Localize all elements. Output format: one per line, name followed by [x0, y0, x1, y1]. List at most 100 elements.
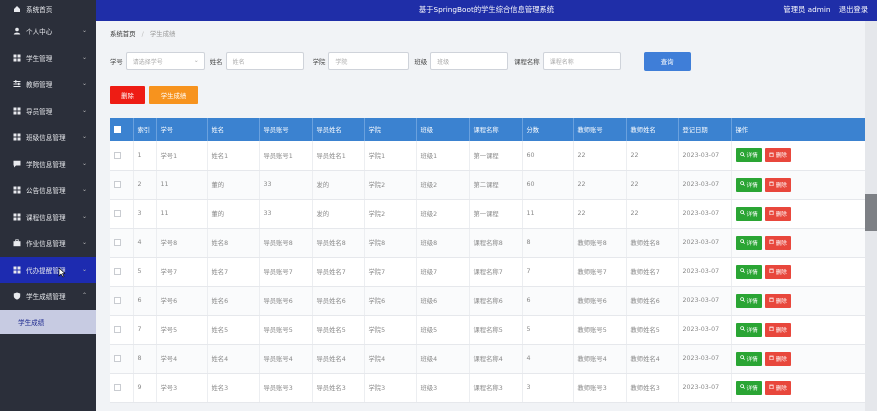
sidebar-item-10[interactable]: 代办提醒管理 ⌄: [0, 256, 96, 283]
row-checkbox-cell[interactable]: [110, 257, 134, 287]
row-checkbox-cell[interactable]: [110, 141, 134, 171]
table-cell: 11: [522, 199, 574, 229]
table-cell: 导员账号6: [259, 286, 313, 316]
table-cell: 班级2: [416, 170, 470, 200]
select-all-checkbox[interactable]: [114, 125, 121, 133]
student-id-select[interactable]: 请选择学号 ⌄: [125, 52, 205, 70]
scrollbar-thumb[interactable]: [865, 194, 877, 231]
chevron-down-icon: ⌄: [81, 106, 87, 114]
sidebar-item-4[interactable]: 导员管理 ⌄: [0, 98, 96, 125]
row-checkbox[interactable]: [114, 354, 121, 362]
row-checkbox[interactable]: [114, 383, 121, 391]
batch-delete-button[interactable]: 删除: [110, 86, 145, 104]
table-cell: 发的: [312, 199, 365, 229]
detail-button[interactable]: 详情: [735, 293, 762, 308]
column-header: 教师姓名: [626, 118, 679, 141]
detail-button[interactable]: 详情: [735, 264, 762, 279]
sidebar-item-8[interactable]: 课程信息管理 ⌄: [0, 204, 96, 231]
column-header: 学院: [364, 118, 417, 141]
row-delete-button[interactable]: 删除: [764, 380, 791, 395]
table-cell: 22: [573, 199, 627, 229]
column-header: 班级: [416, 118, 470, 141]
sidebar-item-2[interactable]: 学生管理 ⌄: [0, 45, 96, 72]
table-row: 3 11 董的 33 发的 学院2 班级2 第一课程 11 22 22 2023-03-07 详情 删除: [110, 199, 867, 229]
row-checkbox-cell[interactable]: [110, 373, 134, 403]
row-delete-button[interactable]: 删除: [764, 322, 791, 337]
row-checkbox[interactable]: [114, 296, 121, 304]
sidebar-subitem-student-score[interactable]: 学生成绩: [0, 309, 96, 334]
row-delete-button[interactable]: 删除: [764, 293, 791, 308]
class-input[interactable]: 班级: [430, 52, 509, 70]
current-user: 管理员 admin: [783, 5, 831, 14]
trash-icon: [769, 268, 776, 275]
course-name-input[interactable]: 课程名称: [542, 52, 621, 70]
row-checkbox[interactable]: [114, 238, 121, 246]
name-input[interactable]: 姓名: [225, 52, 304, 70]
row-delete-button[interactable]: 删除: [764, 351, 791, 366]
table-cell: 学院7: [364, 257, 417, 287]
table-cell: 学院4: [364, 344, 417, 374]
sidebar-item-1[interactable]: 个人中心 ⌄: [0, 18, 96, 45]
student-score-button[interactable]: 学生成绩: [149, 86, 198, 104]
table-cell: 7: [133, 315, 157, 345]
row-checkbox[interactable]: [114, 325, 121, 333]
row-actions: 详情 删除: [731, 286, 867, 316]
trash-icon: [769, 326, 776, 333]
select-all-checkbox-cell[interactable]: [110, 118, 134, 141]
sidebar-item-3[interactable]: 教师管理 ⌄: [0, 71, 96, 98]
table-cell: 课程名称4: [469, 344, 523, 374]
row-checkbox[interactable]: [114, 180, 121, 188]
detail-button[interactable]: 详情: [735, 206, 762, 221]
table-cell: 教师姓名4: [626, 344, 679, 374]
detail-button[interactable]: 详情: [735, 322, 762, 337]
detail-button[interactable]: 详情: [735, 177, 762, 192]
search-icon: [739, 239, 747, 246]
table-cell: 4: [133, 228, 157, 258]
table-cell: 姓名4: [207, 344, 260, 374]
table-cell: 学号7: [156, 257, 208, 287]
sidebar-item-7[interactable]: 公告信息管理 ⌄: [0, 177, 96, 204]
column-header: 登记日期: [678, 118, 732, 141]
search-bar: 学号 请选择学号 ⌄ 姓名 姓名 学院 学院 班级 班级 课程名称 课程名称 查…: [110, 51, 691, 71]
row-checkbox-cell[interactable]: [110, 344, 134, 374]
row-delete-button[interactable]: 删除: [764, 264, 791, 279]
row-checkbox-cell[interactable]: [110, 170, 134, 200]
chevron-down-icon: ⌄: [81, 212, 87, 220]
detail-button[interactable]: 详情: [735, 235, 762, 250]
row-checkbox-cell[interactable]: [110, 228, 134, 258]
breadcrumb-home[interactable]: 系统首页: [110, 30, 136, 38]
sidebar: 系统首页 个人中心 ⌄ 学生管理 ⌄ 教师管理 ⌄ 导员管理 ⌄ 班级信息管理 ⌄ 学院信息管理 ⌄ 公…: [0, 0, 96, 411]
sidebar-item-home[interactable]: 系统首页: [0, 0, 96, 18]
table-cell: 第一课程: [469, 141, 523, 171]
sidebar-item-label: 系统首页: [26, 6, 53, 14]
row-checkbox[interactable]: [114, 209, 121, 217]
sidebar-item-11[interactable]: 学生成绩管理 ⌃: [0, 283, 96, 310]
row-checkbox[interactable]: [114, 267, 121, 275]
table-row: 7 学号5 姓名5 导员账号5 导员姓名5 学院5 班级5 课程名称5 5 教师账号5 教师姓名5 2…: [110, 315, 867, 345]
sidebar-item-6[interactable]: 学院信息管理 ⌄: [0, 151, 96, 178]
row-delete-button[interactable]: 删除: [764, 148, 791, 163]
sidebar-item-5[interactable]: 班级信息管理 ⌄: [0, 124, 96, 151]
detail-button[interactable]: 详情: [735, 351, 762, 366]
college-input[interactable]: 学院: [328, 52, 410, 70]
detail-button[interactable]: 详情: [735, 148, 762, 163]
row-delete-button[interactable]: 删除: [764, 206, 791, 221]
row-checkbox-cell[interactable]: [110, 199, 134, 229]
logout-link[interactable]: 退出登录: [839, 5, 868, 14]
shield-icon: [12, 292, 21, 301]
row-delete-button[interactable]: 删除: [764, 177, 791, 192]
table-cell: 1: [133, 141, 157, 171]
row-actions: 详情 删除: [731, 199, 867, 229]
detail-button[interactable]: 详情: [735, 380, 762, 395]
sidebar-item-9[interactable]: 作业信息管理 ⌄: [0, 230, 96, 257]
table-cell: 11: [156, 170, 208, 200]
column-header: 教师账号: [573, 118, 627, 141]
row-checkbox-cell[interactable]: [110, 286, 134, 316]
table-row: 5 学号7 姓名7 导员账号7 导员姓名7 学院7 班级7 课程名称7 7 教师账号7 教师姓名7 2…: [110, 257, 867, 287]
table-cell: 姓名5: [207, 315, 260, 345]
row-checkbox-cell[interactable]: [110, 315, 134, 345]
row-checkbox[interactable]: [114, 151, 121, 159]
row-delete-button[interactable]: 删除: [764, 235, 791, 250]
search-button[interactable]: 查询: [643, 51, 691, 71]
search-icon: [739, 151, 747, 159]
